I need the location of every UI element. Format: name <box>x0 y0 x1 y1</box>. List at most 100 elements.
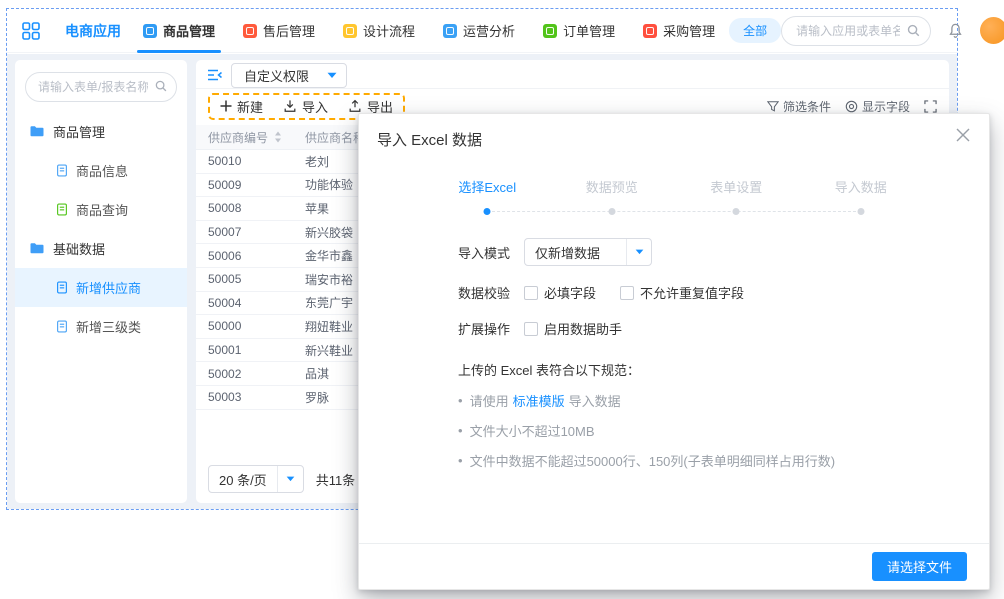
import-steps: 选择Excel 数据预览 表单设置 导入数据 <box>425 177 923 196</box>
modal-footer: 请选择文件 <box>359 543 989 589</box>
purchase-management-icon <box>643 24 657 38</box>
search-icon <box>906 23 921 38</box>
folder-label: 商品管理 <box>53 122 105 141</box>
checkbox-label: 不允许重复值字段 <box>640 283 744 302</box>
sidebar-folder-product[interactable]: 商品管理 <box>15 112 187 151</box>
sidebar-folder-base-data[interactable]: 基础数据 <box>15 229 187 268</box>
item-label: 商品查询 <box>76 200 128 219</box>
fullscreen-icon[interactable] <box>924 100 937 113</box>
rule-text: 文件大小不超过10MB <box>470 421 595 440</box>
tab-product-management[interactable]: 商品管理 <box>143 9 215 53</box>
notification-bell-icon[interactable] <box>947 22 964 40</box>
display-fields-button[interactable]: 显示字段 <box>845 98 910 115</box>
import-icon <box>283 99 297 113</box>
tab-aftersales-management[interactable]: 售后管理 <box>243 9 315 53</box>
checkbox-box <box>524 322 538 336</box>
step-form-settings: 表单设置 <box>674 177 799 196</box>
checkbox-label: 启用数据助手 <box>544 319 622 338</box>
chevron-down-icon <box>277 466 303 492</box>
permission-dropdown[interactable]: 自定义权限 <box>231 63 347 88</box>
step-select-excel: 选择Excel <box>425 177 550 196</box>
folder-icon <box>29 241 45 256</box>
required-fields-checkbox[interactable]: 必填字段 <box>524 283 596 302</box>
tab-label: 商品管理 <box>163 21 215 40</box>
display-fields-icon <box>845 100 858 113</box>
tab-label: 设计流程 <box>363 21 415 40</box>
form-icon <box>55 280 69 295</box>
search-icon <box>154 79 168 93</box>
extension-row: 扩展操作 启用数据助手 <box>458 319 989 338</box>
sidebar-search <box>25 72 177 102</box>
rules-heading: 上传的 Excel 表符合以下规范： <box>458 360 989 379</box>
folder-icon <box>29 124 45 139</box>
funnel-icon <box>767 100 779 113</box>
collapse-sidebar-icon[interactable] <box>207 68 223 82</box>
item-label: 新增三级类 <box>76 317 141 336</box>
rule-filesize: • 文件大小不超过10MB <box>458 421 989 440</box>
filter-label: 筛选条件 <box>783 98 831 115</box>
export-icon <box>348 99 362 113</box>
step-dot <box>857 208 864 215</box>
page-size-value: 20 条/页 <box>209 470 277 489</box>
new-button-label: 新建 <box>237 97 263 116</box>
import-mode-select[interactable]: 仅新增数据 <box>524 238 652 266</box>
tab-operation-analysis[interactable]: 运营分析 <box>443 9 515 53</box>
filter-conditions-button[interactable]: 筛选条件 <box>767 98 831 115</box>
tab-purchase-management[interactable]: 采购管理 <box>643 9 715 53</box>
form-icon <box>55 163 69 178</box>
tab-design-flow[interactable]: 设计流程 <box>343 9 415 53</box>
user-avatar[interactable] <box>980 17 1004 44</box>
operation-analysis-icon <box>443 24 457 38</box>
permission-bar: 自定义权限 <box>196 60 949 89</box>
data-assistant-checkbox[interactable]: 启用数据助手 <box>524 319 622 338</box>
extension-label: 扩展操作 <box>458 319 510 338</box>
nav-right-group <box>781 16 1004 46</box>
modal-title: 导入 Excel 数据 <box>377 132 482 149</box>
checkbox-label: 必填字段 <box>544 283 596 302</box>
standard-template-link[interactable]: 标准模版 <box>513 391 565 410</box>
step-dot <box>733 208 740 215</box>
sidebar-item-new-supplier[interactable]: 新增供应商 <box>15 268 187 307</box>
toolbar-right-group: 筛选条件 显示字段 <box>767 98 937 115</box>
design-flow-icon <box>343 24 357 38</box>
no-duplicate-checkbox[interactable]: 不允许重复值字段 <box>620 283 744 302</box>
checkbox-box <box>620 286 634 300</box>
chevron-down-icon <box>327 72 337 79</box>
data-validation-row: 数据校验 必填字段 不允许重复值字段 <box>458 283 989 302</box>
page-size-dropdown[interactable]: 20 条/页 <box>208 465 304 493</box>
all-apps-badge[interactable]: 全部 <box>729 18 781 43</box>
sort-icon[interactable] <box>274 131 282 143</box>
tab-order-management[interactable]: 订单管理 <box>543 9 615 53</box>
rule-text: 请使用 <box>470 391 509 410</box>
permission-dropdown-value: 自定义权限 <box>244 66 309 85</box>
close-icon[interactable] <box>955 127 971 143</box>
rule-template: • 请使用 标准模版 导入数据 <box>458 391 989 410</box>
screenshot-canvas: 电商应用 商品管理 售后管理 设计流程 运营分析 <box>0 0 1004 599</box>
brand-link[interactable]: 电商应用 <box>65 21 121 41</box>
validation-label: 数据校验 <box>458 283 510 302</box>
pagination: 20 条/页 共11条 <box>208 465 355 493</box>
fields-label: 显示字段 <box>862 98 910 115</box>
tab-label: 采购管理 <box>663 21 715 40</box>
import-mode-value: 仅新增数据 <box>525 243 626 262</box>
plus-icon <box>220 100 232 112</box>
new-button[interactable]: 新建 <box>220 97 263 116</box>
order-management-icon <box>543 24 557 38</box>
apps-grid-icon[interactable] <box>21 21 41 41</box>
sidebar-item-product-query[interactable]: 商品查询 <box>15 190 187 229</box>
form-icon <box>55 319 69 334</box>
import-mode-label: 导入模式 <box>458 243 510 262</box>
global-search <box>781 16 931 46</box>
sidebar-item-new-category[interactable]: 新增三级类 <box>15 307 187 346</box>
rule-rowlimit: • 文件中数据不能超过50000行、150列(子表单明细同样占用行数) <box>458 451 989 470</box>
step-import-data: 导入数据 <box>799 177 924 196</box>
app-tabs: 商品管理 售后管理 设计流程 运营分析 订单管理 <box>143 9 715 53</box>
sidebar-item-product-info[interactable]: 商品信息 <box>15 151 187 190</box>
choose-file-button[interactable]: 请选择文件 <box>872 552 967 581</box>
tab-label: 运营分析 <box>463 21 515 40</box>
step-data-preview: 数据预览 <box>550 177 675 196</box>
column-header-supplier-id[interactable]: 供应商编号 <box>196 129 301 146</box>
rule-text: 导入数据 <box>569 391 621 410</box>
import-button[interactable]: 导入 <box>283 97 328 116</box>
folder-label: 基础数据 <box>53 239 105 258</box>
